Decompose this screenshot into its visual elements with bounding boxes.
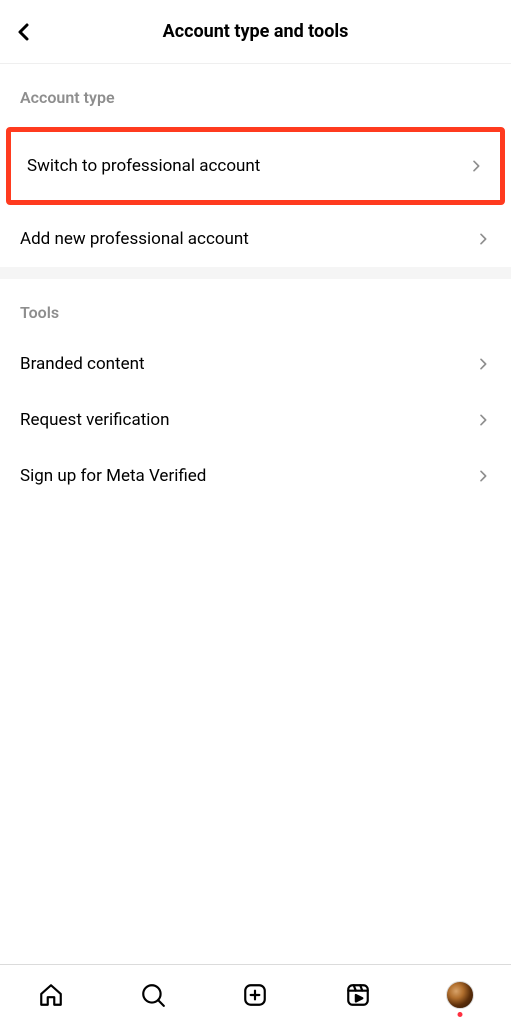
row-meta-verified[interactable]: Sign up for Meta Verified [0, 448, 511, 504]
row-branded-content[interactable]: Branded content [0, 336, 511, 392]
row-label: Request verification [20, 410, 169, 430]
content: Account type Switch to professional acco… [0, 64, 511, 964]
chevron-right-icon [475, 231, 491, 247]
chevron-right-icon [468, 158, 484, 174]
section-heading-tools: Tools [0, 279, 511, 336]
row-request-verification[interactable]: Request verification [0, 392, 511, 448]
row-label: Add new professional account [20, 229, 249, 249]
nav-profile[interactable] [444, 979, 476, 1011]
page-title: Account type and tools [163, 21, 349, 42]
search-icon [140, 982, 166, 1008]
notification-dot [457, 1012, 462, 1017]
chevron-right-icon [475, 356, 491, 372]
reels-icon [345, 982, 371, 1008]
row-label: Sign up for Meta Verified [20, 466, 206, 486]
profile-avatar [446, 981, 474, 1009]
home-icon [38, 982, 64, 1008]
nav-create[interactable] [239, 979, 271, 1011]
nav-home[interactable] [35, 979, 67, 1011]
chevron-right-icon [475, 468, 491, 484]
row-add-professional[interactable]: Add new professional account [0, 211, 511, 267]
bottom-nav [0, 964, 511, 1024]
chevron-right-icon [475, 412, 491, 428]
create-icon [242, 982, 268, 1008]
chevron-left-icon [12, 20, 36, 44]
nav-search[interactable] [137, 979, 169, 1011]
section-heading-account-type: Account type [0, 64, 511, 121]
header: Account type and tools [0, 0, 511, 64]
section-divider [0, 267, 511, 279]
back-button[interactable] [10, 18, 38, 46]
row-label: Branded content [20, 354, 145, 374]
nav-reels[interactable] [342, 979, 374, 1011]
row-label: Switch to professional account [27, 156, 260, 176]
row-switch-professional[interactable]: Switch to professional account [6, 127, 505, 205]
